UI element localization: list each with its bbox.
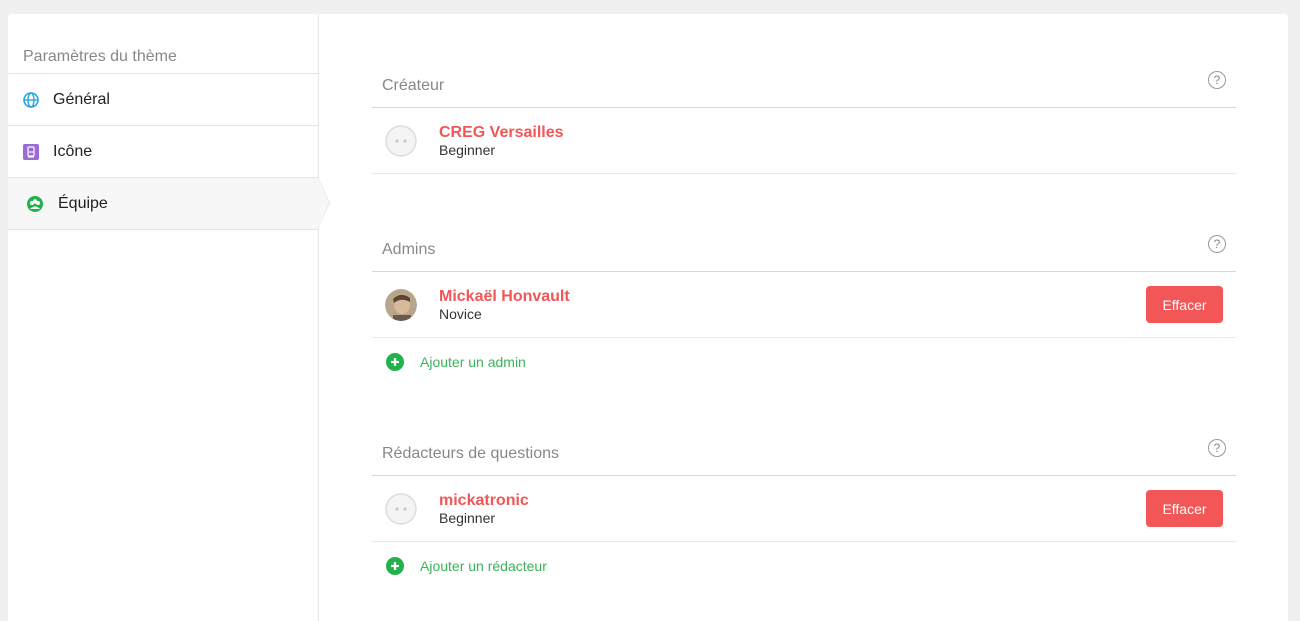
- add-admin-label: Ajouter un admin: [420, 354, 526, 370]
- team-panel: Créateur ? CREG Versailles Beginner Admi…: [319, 14, 1288, 621]
- help-icon[interactable]: ?: [1208, 71, 1226, 89]
- sidebar-item-general[interactable]: Général: [8, 74, 318, 126]
- admins-section: Admins ? Mickaël Honvault Novice Effacer: [372, 235, 1236, 386]
- section-title: Rédacteurs de questions: [382, 445, 559, 462]
- help-icon[interactable]: ?: [1208, 235, 1226, 253]
- sidebar-title: Paramètres du thème: [8, 14, 318, 74]
- add-icon: [386, 557, 404, 575]
- section-title: Admins: [382, 241, 436, 258]
- member-info: CREG Versailles Beginner: [439, 123, 1223, 159]
- member-row: CREG Versailles Beginner: [372, 108, 1236, 174]
- section-header: Créateur ?: [372, 71, 1236, 108]
- sidebar-item-label: Général: [53, 90, 110, 108]
- avatar: [385, 492, 417, 525]
- avatar: [385, 124, 417, 157]
- help-icon[interactable]: ?: [1208, 439, 1226, 457]
- section-header: Admins ?: [372, 235, 1236, 272]
- team-icon: [27, 195, 43, 212]
- add-admin-link[interactable]: Ajouter un admin: [372, 338, 1236, 386]
- member-row: Mickaël Honvault Novice Effacer: [372, 272, 1236, 338]
- section-title: Créateur: [382, 77, 445, 94]
- sidebar: Paramètres du thème Général Icône Équipe: [8, 14, 330, 621]
- settings-card: Paramètres du thème Général Icône Équipe…: [8, 14, 1288, 621]
- sidebar-item-icon[interactable]: Icône: [8, 126, 318, 178]
- member-info: mickatronic Beginner: [439, 491, 1146, 527]
- member-name[interactable]: mickatronic: [439, 491, 1146, 510]
- member-row: mickatronic Beginner Effacer: [372, 476, 1236, 542]
- creator-section: Créateur ? CREG Versailles Beginner: [372, 71, 1236, 174]
- add-icon: [386, 353, 404, 371]
- image-icon: [23, 143, 39, 160]
- sidebar-item-team[interactable]: Équipe: [8, 177, 330, 230]
- globe-icon: [23, 91, 39, 108]
- member-level: Novice: [439, 305, 482, 322]
- member-name[interactable]: Mickaël Honvault: [439, 287, 1146, 306]
- editors-section: Rédacteurs de questions ? mickatronic Be…: [372, 439, 1236, 590]
- member-level: Beginner: [439, 509, 496, 526]
- member-name[interactable]: CREG Versailles: [439, 123, 1223, 142]
- member-info: Mickaël Honvault Novice: [439, 287, 1146, 323]
- delete-admin-button[interactable]: Effacer: [1146, 286, 1223, 323]
- member-level: Beginner: [439, 141, 496, 158]
- avatar: [385, 288, 417, 321]
- delete-editor-button[interactable]: Effacer: [1146, 490, 1223, 527]
- sidebar-item-label: Équipe: [58, 194, 108, 212]
- add-editor-link[interactable]: Ajouter un rédacteur: [372, 542, 1236, 590]
- sidebar-item-label: Icône: [53, 142, 93, 160]
- add-editor-label: Ajouter un rédacteur: [420, 558, 547, 574]
- section-header: Rédacteurs de questions ?: [372, 439, 1236, 476]
